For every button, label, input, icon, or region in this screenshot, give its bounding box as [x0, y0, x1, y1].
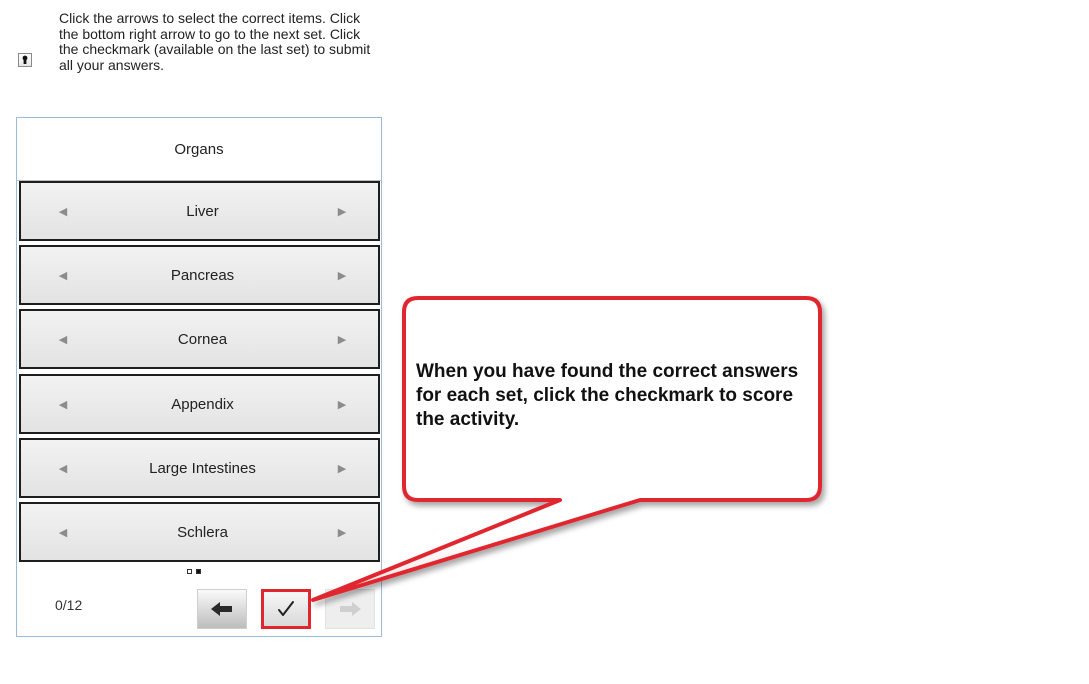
- right-arrow-icon[interactable]: ▶: [322, 319, 362, 359]
- item-row-large-intestines: ◀ Large Intestines ▶: [19, 438, 380, 498]
- left-arrow-icon[interactable]: ◀: [43, 384, 83, 424]
- left-arrow-icon[interactable]: ◀: [43, 448, 83, 488]
- keyhole-icon: [18, 53, 32, 67]
- item-label: Appendix: [171, 395, 234, 413]
- pager-dot-set-1[interactable]: [187, 569, 192, 574]
- item-label: Liver: [186, 202, 219, 220]
- submit-checkmark-button[interactable]: [261, 589, 311, 629]
- instructions-text: Click the arrows to select the correct i…: [59, 10, 371, 73]
- activity-panel: Organs ◀ Liver ▶ ◀ Pancreas ▶ ◀ Cornea ▶…: [16, 117, 382, 637]
- item-row-appendix: ◀ Appendix ▶: [19, 374, 380, 434]
- next-set-button[interactable]: [325, 589, 375, 629]
- right-arrow-icon[interactable]: ▶: [322, 191, 362, 231]
- right-arrow-icon[interactable]: ▶: [322, 384, 362, 424]
- previous-set-button[interactable]: [197, 589, 247, 629]
- left-arrow-icon[interactable]: ◀: [43, 319, 83, 359]
- right-arrow-icon[interactable]: ▶: [322, 255, 362, 295]
- item-row-liver: ◀ Liver ▶: [19, 181, 380, 241]
- item-label: Cornea: [177, 330, 228, 348]
- set-pager: [187, 569, 201, 574]
- item-label: Large Intestines: [149, 459, 256, 477]
- score-counter: 0/12: [55, 597, 83, 613]
- callout-text: When you have found the correct answers …: [416, 361, 799, 430]
- checkmark-icon: [278, 601, 294, 616]
- category-header: Organs: [17, 118, 381, 181]
- item-row-schlera: ◀ Schlera ▶: [19, 502, 380, 562]
- right-arrow-icon[interactable]: ▶: [322, 448, 362, 488]
- item-label: Pancreas: [170, 266, 235, 284]
- item-row-pancreas: ◀ Pancreas ▶: [19, 245, 380, 305]
- pager-dot-set-2[interactable]: [196, 569, 201, 574]
- next-arrow-icon: [340, 602, 361, 616]
- left-arrow-icon[interactable]: ◀: [43, 191, 83, 231]
- item-row-cornea: ◀ Cornea ▶: [19, 309, 380, 369]
- right-arrow-icon[interactable]: ▶: [322, 512, 362, 552]
- item-label: Schlera: [177, 523, 228, 541]
- left-arrow-icon[interactable]: ◀: [43, 255, 83, 295]
- left-arrow-icon[interactable]: ◀: [43, 512, 83, 552]
- back-arrow-icon: [211, 602, 232, 616]
